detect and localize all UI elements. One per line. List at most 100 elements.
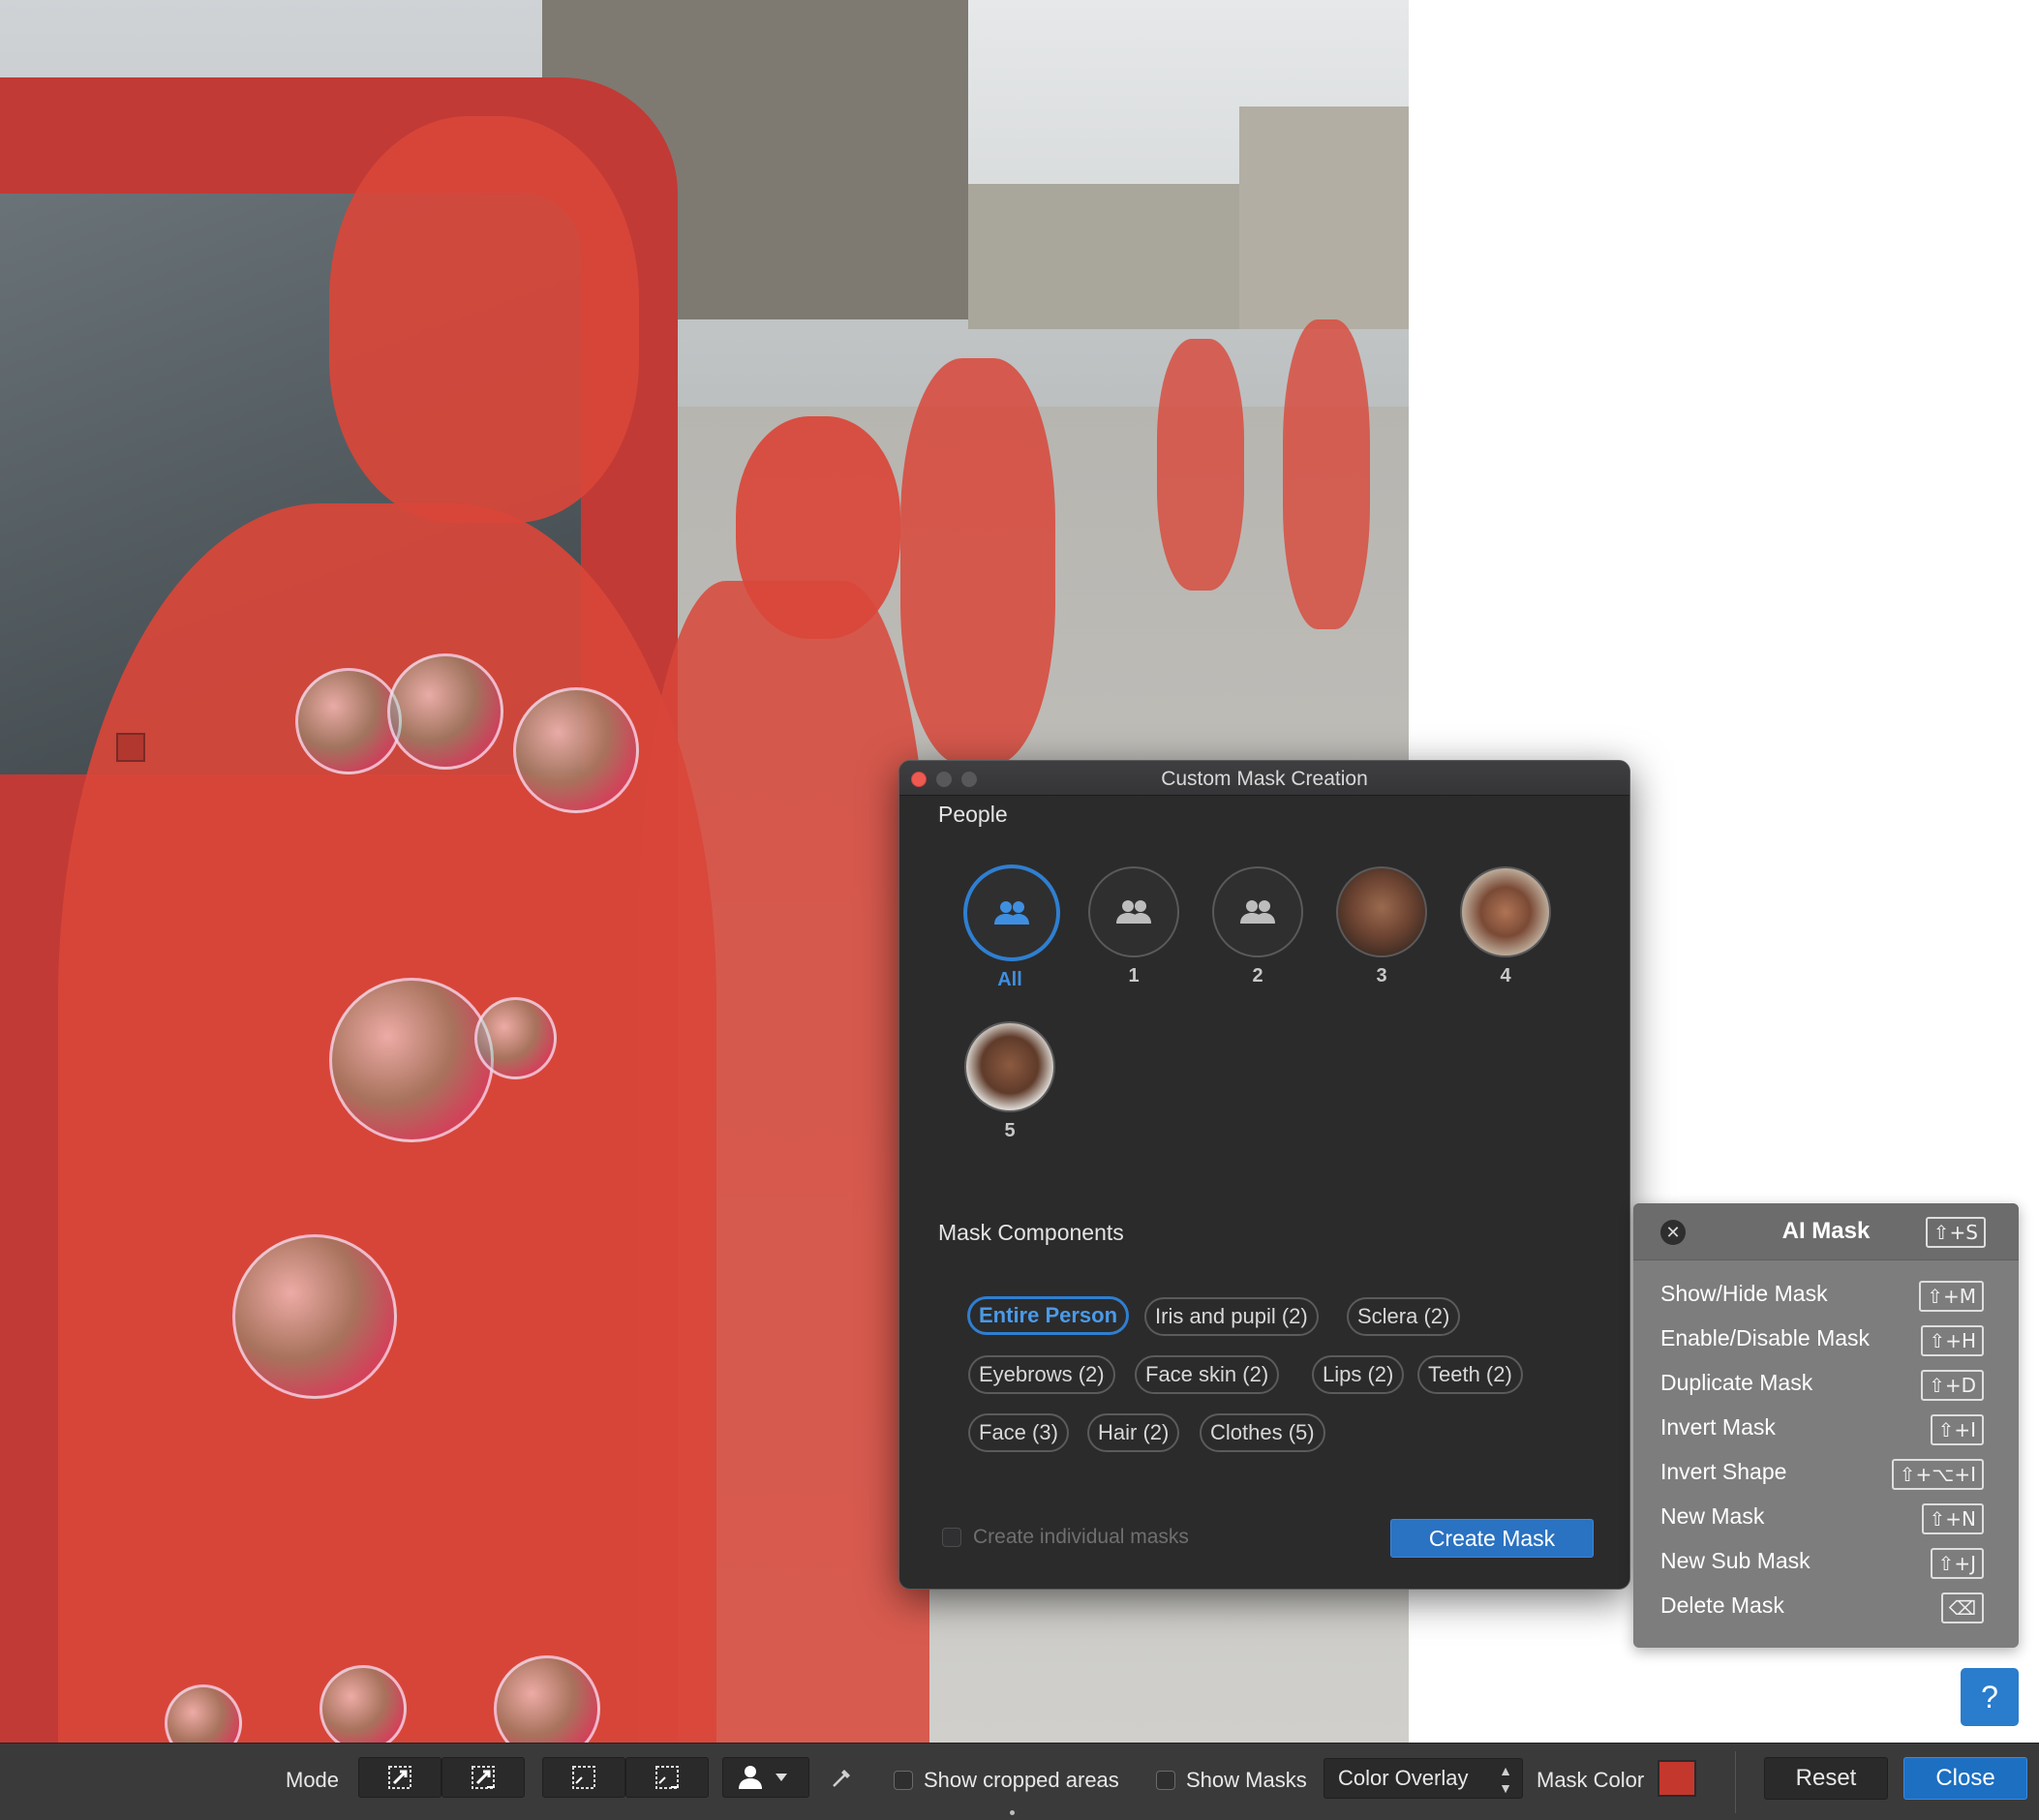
menu-item-enable-disable-mask[interactable]: Enable/Disable Mask: [1660, 1325, 1870, 1351]
toolbar-divider: [1735, 1751, 1736, 1813]
mode-add-button[interactable]: [358, 1757, 441, 1798]
mask-person-4: [1157, 339, 1244, 591]
help-button[interactable]: ?: [1961, 1668, 2019, 1726]
chip-sclera[interactable]: Sclera (2): [1347, 1297, 1461, 1336]
person-4[interactable]: 4: [1459, 866, 1552, 987]
mask-person-5: [1283, 319, 1370, 629]
menu-item-show-hide-mask[interactable]: Show/Hide Mask: [1660, 1281, 1828, 1307]
people-icon: [1240, 900, 1275, 924]
person-all[interactable]: All: [963, 864, 1060, 991]
person-avatar[interactable]: [963, 864, 1060, 961]
individual-masks-label: Create individual masks: [973, 1526, 1189, 1548]
show-masks-checkbox[interactable]: [1156, 1771, 1175, 1790]
select-area-button[interactable]: [542, 1757, 625, 1798]
chip-entire-person[interactable]: Entire Person: [967, 1296, 1130, 1335]
select-arrows-icon: ▲ ▼: [1499, 1763, 1512, 1796]
people-icon: [994, 901, 1029, 925]
shortcut-badge: ⇧+J: [1930, 1548, 1984, 1579]
person-label: 2: [1252, 965, 1263, 986]
ai-mask-header: ✕ AI Mask ⇧+S: [1633, 1203, 2019, 1260]
marquee-icon: [572, 1766, 595, 1789]
person-select-dropdown[interactable]: [722, 1757, 809, 1798]
person-5[interactable]: 5: [963, 1021, 1056, 1142]
mask-color-swatch[interactable]: [1658, 1760, 1696, 1797]
photo-building: [1239, 106, 1409, 329]
eyedropper-button[interactable]: [821, 1757, 864, 1798]
marquee-subtract-icon: [655, 1766, 679, 1789]
mask-head-1: [329, 116, 639, 523]
shortcut-badge: ⇧+N: [1921, 1503, 1984, 1534]
menu-item-new-mask[interactable]: New Mask: [1660, 1503, 1764, 1530]
face-thumbnail[interactable]: [1460, 866, 1551, 957]
individual-masks-option[interactable]: Create individual masks: [942, 1526, 1189, 1549]
mask-person-2: [639, 581, 929, 1743]
mode-label: Mode: [286, 1768, 340, 1792]
chip-teeth[interactable]: Teeth (2): [1417, 1355, 1523, 1394]
menu-item-invert-shape[interactable]: Invert Shape: [1660, 1459, 1786, 1485]
close-button[interactable]: Close: [1903, 1757, 2027, 1800]
face-thumbnail[interactable]: [964, 1021, 1055, 1112]
person-2[interactable]: 2: [1211, 866, 1304, 987]
deselect-area-button[interactable]: [625, 1757, 709, 1798]
ai-mask-shortcut: ⇧+S: [1925, 1217, 1986, 1248]
photo-bubble: [295, 668, 402, 774]
create-mask-button[interactable]: Create Mask: [1390, 1519, 1594, 1558]
shortcut-badge: ⇧+H: [1921, 1325, 1984, 1356]
chip-lips[interactable]: Lips (2): [1312, 1355, 1405, 1394]
person-label: 3: [1376, 965, 1387, 986]
menu-item-delete-mask[interactable]: Delete Mask: [1660, 1592, 1784, 1619]
people-icon: [1116, 900, 1151, 924]
show-cropped-checkbox[interactable]: [894, 1771, 913, 1790]
reset-button[interactable]: Reset: [1764, 1757, 1888, 1800]
person-avatar[interactable]: [1088, 866, 1179, 957]
mode-subtract-button[interactable]: [441, 1757, 525, 1798]
menu-item-duplicate-mask[interactable]: Duplicate Mask: [1660, 1370, 1812, 1396]
person-icon: [739, 1766, 787, 1789]
photo-bubble: [474, 997, 557, 1079]
photo-bubble: [329, 978, 494, 1142]
mask-color-label: Mask Color: [1537, 1768, 1645, 1792]
resize-handle[interactable]: [1010, 1810, 1015, 1815]
person-label: 4: [1500, 965, 1511, 986]
custom-mask-dialog: Custom Mask Creation People All 1 2 3 4 …: [898, 760, 1630, 1590]
photo-bubble: [320, 1665, 407, 1743]
photo-bubble: [387, 653, 503, 770]
brush-add-icon: [388, 1766, 411, 1789]
dialog-title: Custom Mask Creation: [1161, 768, 1368, 790]
individual-masks-checkbox[interactable]: [942, 1528, 961, 1547]
menu-item-new-sub-mask[interactable]: New Sub Mask: [1660, 1548, 1811, 1574]
people-section-label: People: [938, 802, 1008, 827]
mask-person-3: [900, 358, 1055, 765]
brush-subtract-icon: [472, 1766, 495, 1789]
menu-item-invert-mask[interactable]: Invert Mask: [1660, 1414, 1776, 1441]
person-3[interactable]: 3: [1335, 866, 1428, 987]
person-avatar[interactable]: [1212, 866, 1303, 957]
chip-face[interactable]: Face (3): [968, 1413, 1069, 1452]
overlay-mode-select[interactable]: Color Overlay ▲ ▼: [1324, 1758, 1523, 1799]
person-1[interactable]: 1: [1087, 866, 1180, 987]
ai-mask-panel: ✕ AI Mask ⇧+S Show/Hide Mask ⇧+M Enable/…: [1633, 1203, 2019, 1648]
app-window: Custom Mask Creation People All 1 2 3 4 …: [0, 0, 2039, 1820]
person-label: All: [997, 969, 1022, 990]
face-thumbnail[interactable]: [1336, 866, 1427, 957]
person-label: 5: [1004, 1120, 1016, 1141]
shortcut-badge: ⇧+⌥+I: [1891, 1459, 1984, 1490]
chip-clothes[interactable]: Clothes (5): [1200, 1413, 1325, 1452]
dialog-title-bar[interactable]: Custom Mask Creation: [899, 761, 1629, 796]
eyedropper-icon: [833, 1770, 850, 1787]
photo-building: [968, 184, 1259, 329]
show-cropped-label: Show cropped areas: [924, 1768, 1119, 1792]
mask-components-label: Mask Components: [938, 1220, 1124, 1245]
person-label: 1: [1128, 965, 1140, 986]
photo-bubble: [232, 1234, 397, 1399]
chip-eyebrows[interactable]: Eyebrows (2): [968, 1355, 1115, 1394]
chip-iris-and-pupil[interactable]: Iris and pupil (2): [1144, 1297, 1319, 1336]
shortcut-badge: ⇧+M: [1919, 1281, 1984, 1312]
photo-bubble: [513, 687, 639, 813]
overlay-mode-value: Color Overlay: [1338, 1766, 1469, 1790]
show-masks-label: Show Masks: [1186, 1768, 1307, 1792]
chip-hair[interactable]: Hair (2): [1087, 1413, 1180, 1452]
selection-marker[interactable]: [116, 733, 145, 762]
bottom-toolbar: Mode Show cropped areas Show Masks Color…: [0, 1743, 2039, 1820]
chip-face-skin[interactable]: Face skin (2): [1135, 1355, 1280, 1394]
